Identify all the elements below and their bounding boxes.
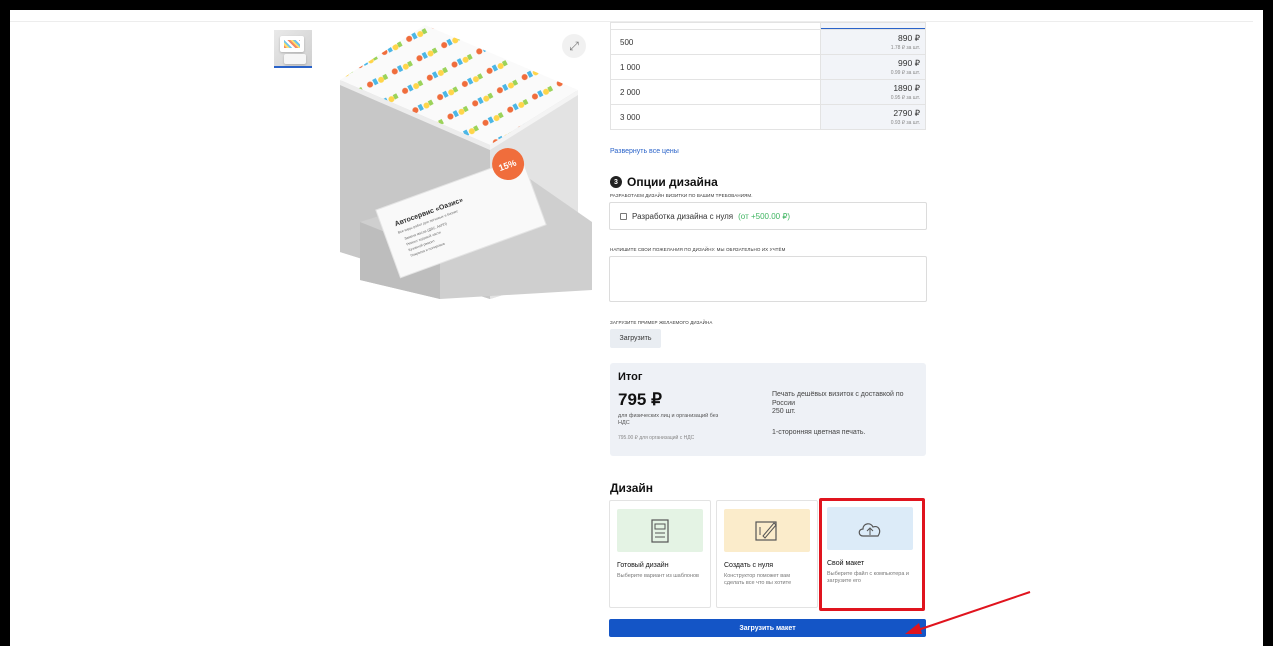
price-cell: 2790 ₽ (893, 107, 920, 118)
constructor-icon (724, 509, 810, 552)
design-from-scratch-option[interactable]: Разработка дизайна с нуля (от +500.00 ₽) (609, 202, 927, 230)
template-icon (617, 509, 703, 552)
total-amount: 795 ₽ (618, 390, 662, 409)
card-name: Свой макет (827, 560, 865, 567)
expand-icon[interactable]: ⤢ (562, 34, 586, 58)
upload-sample-button[interactable]: Загрузить (610, 329, 661, 348)
upload-layout-button[interactable]: Загрузить макет (609, 619, 926, 637)
section-title: Опции дизайна (627, 175, 718, 189)
business-cards-mockup: 15% Автосервис «Оазис» Все виды работ дл… (340, 25, 592, 299)
unit-price: 1.78 ₽ за шт. (890, 44, 920, 51)
card-description: Конструктор поможет вам сделать все что … (724, 573, 792, 586)
card-name: Готовый дизайн (617, 562, 669, 569)
quantity-cell: 1 000 (611, 55, 821, 79)
table-row[interactable]: 1 000 990 ₽0.99 ₽ за шт. (611, 54, 925, 79)
print-type: 1-сторонняя цветная печать. (772, 429, 866, 436)
design-options-heading: 3 Опции дизайна (610, 175, 718, 189)
wishes-caption: НАПИШИТЕ СВОИ ПОЖЕЛАНИЯ ПО ДИЗАЙНУ. МЫ О… (610, 247, 786, 252)
price-cell: 1890 ₽ (893, 82, 920, 93)
sample-caption: ЗАГРУЗИТЕ ПРИМЕР ЖЕЛАЕМОГО ДИЗАЙНА (610, 320, 713, 325)
create-from-scratch-card[interactable]: Создать с нуля Конструктор поможет вам с… (716, 500, 818, 608)
price-cell: 890 ₽ (898, 32, 920, 43)
checkbox-label: Разработка дизайна с нуля (632, 211, 734, 221)
step-number: 3 (610, 176, 622, 188)
unit-price: 0.99 ₽ за шт. (890, 69, 920, 76)
total-summary: Итог 795 ₽ для физических лиц и организа… (610, 363, 926, 456)
order-quantity: 250 шт. (772, 408, 796, 415)
upload-cloud-icon (827, 507, 913, 550)
unit-price: 0.95 ₽ за шт. (890, 94, 920, 101)
total-title: Итог (618, 371, 643, 383)
design-heading: Дизайн (610, 481, 654, 495)
unit-price: 0.93 ₽ за шт. (890, 119, 920, 126)
total-note: для физических лиц и организаций без НДС (618, 413, 719, 426)
wishes-textarea[interactable] (609, 256, 927, 302)
vat-note: 795.00 ₽ для организаций с НДС (618, 435, 695, 441)
own-layout-card[interactable]: Свой макет Выберите файл с компьютера и … (819, 498, 925, 611)
page-frame: 15% Автосервис «Оазис» Все виды работ дл… (10, 10, 1263, 646)
price-table: 500 890 ₽1.78 ₽ за шт. 1 000 990 ₽0.99 ₽… (610, 22, 926, 130)
card-name: Создать с нуля (724, 562, 774, 569)
table-row (611, 22, 925, 29)
product-image: 15% Автосервис «Оазис» Все виды работ дл… (330, 22, 600, 299)
header-divider (10, 10, 1263, 22)
quantity-cell: 3 000 (611, 105, 821, 129)
quantity-cell: 2 000 (611, 80, 821, 104)
card-description: Выберите вариант из шаблонов (617, 573, 699, 579)
quantity-cell: 500 (611, 30, 821, 54)
page-edge (1253, 10, 1263, 646)
table-row[interactable]: 2 000 1890 ₽0.95 ₽ за шт. (611, 79, 925, 104)
table-row[interactable]: 500 890 ₽1.78 ₽ за шт. (611, 29, 925, 54)
expand-prices-link[interactable]: Развернуть все цены (610, 148, 679, 155)
develop-caption: РАЗРАБОТАЕМ ДИЗАЙН ВИЗИТКИ ПО ВАШИМ ТРЕБ… (610, 193, 753, 198)
option-price: (от +500.00 ₽) (738, 211, 791, 221)
checkbox[interactable] (620, 212, 627, 220)
product-description: Печать дешёвых визиток с доставкой по Ро… (772, 391, 904, 407)
price-cell: 990 ₽ (898, 57, 920, 68)
ready-design-card[interactable]: Готовый дизайн Выберите вариант из шабло… (609, 500, 711, 608)
order-description: Печать дешёвых визиток с доставкой по Ро… (772, 391, 922, 417)
table-row[interactable]: 3 000 2790 ₽0.93 ₽ за шт. (611, 104, 925, 129)
product-thumbnail[interactable] (274, 30, 312, 68)
card-description: Выберите файл с компьютера и загрузите е… (827, 571, 910, 584)
